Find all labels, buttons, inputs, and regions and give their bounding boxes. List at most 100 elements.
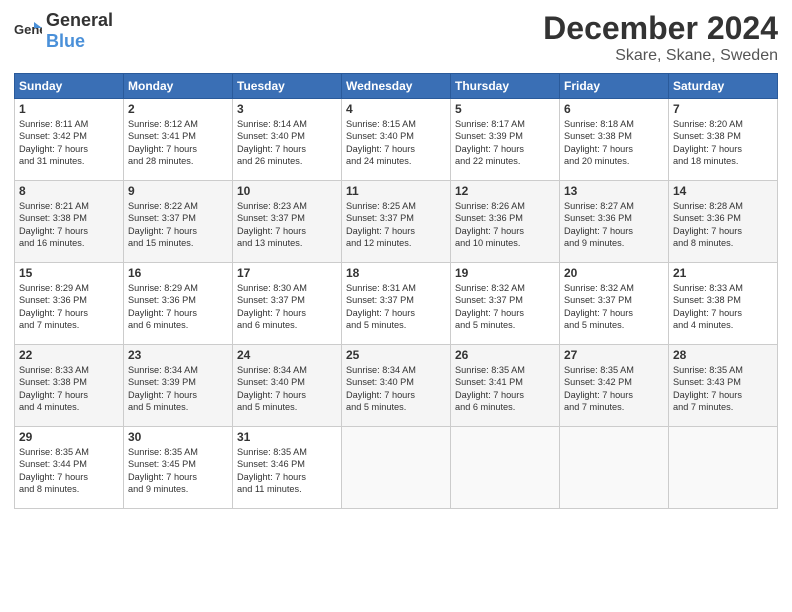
table-row: 14 Sunrise: 8:28 AM Sunset: 3:36 PM Dayli… xyxy=(669,181,778,263)
table-row: 7 Sunrise: 8:20 AM Sunset: 3:38 PM Daylig… xyxy=(669,99,778,181)
day-number: 30 xyxy=(128,430,228,444)
day-info: Sunrise: 8:32 AM Sunset: 3:37 PM Dayligh… xyxy=(564,282,664,332)
table-row: 2Sunrise: 8:12 AM Sunset: 3:41 PM Daylig… xyxy=(124,99,233,181)
calendar-table: Sunday Monday Tuesday Wednesday Thursday… xyxy=(14,73,778,509)
table-row xyxy=(342,427,451,509)
day-info: Sunrise: 8:12 AM Sunset: 3:41 PM Dayligh… xyxy=(128,118,228,168)
svg-text:General: General xyxy=(14,22,42,37)
day-info: Sunrise: 8:21 AM Sunset: 3:38 PM Dayligh… xyxy=(19,200,119,250)
day-info: Sunrise: 8:22 AM Sunset: 3:37 PM Dayligh… xyxy=(128,200,228,250)
title-location: Skare, Skane, Sweden xyxy=(543,47,778,65)
day-number: 5 xyxy=(455,102,555,116)
day-info: Sunrise: 8:20 AM Sunset: 3:38 PM Dayligh… xyxy=(673,118,773,168)
day-number: 7 xyxy=(673,102,773,116)
day-info: Sunrise: 8:29 AM Sunset: 3:36 PM Dayligh… xyxy=(128,282,228,332)
day-info: Sunrise: 8:27 AM Sunset: 3:36 PM Dayligh… xyxy=(564,200,664,250)
day-number: 27 xyxy=(564,348,664,362)
calendar-week-row: 22Sunrise: 8:33 AM Sunset: 3:38 PM Dayli… xyxy=(15,345,778,427)
table-row: 1Sunrise: 8:11 AM Sunset: 3:42 PM Daylig… xyxy=(15,99,124,181)
day-number: 3 xyxy=(237,102,337,116)
table-row: 5 Sunrise: 8:17 AM Sunset: 3:39 PM Daylig… xyxy=(451,99,560,181)
title-month: December 2024 xyxy=(543,10,778,47)
day-number: 12 xyxy=(455,184,555,198)
header: General General Blue December 2024 Skare… xyxy=(14,10,778,65)
day-number: 8 xyxy=(19,184,119,198)
table-row: 27 Sunrise: 8:35 AM Sunset: 3:42 PM Dayli… xyxy=(560,345,669,427)
table-row: 19Sunrise: 8:32 AM Sunset: 3:37 PM Dayli… xyxy=(451,263,560,345)
table-row: 24 Sunrise: 8:34 AM Sunset: 3:40 PM Dayli… xyxy=(233,345,342,427)
table-row: 26 Sunrise: 8:35 AM Sunset: 3:41 PM Dayli… xyxy=(451,345,560,427)
day-number: 14 xyxy=(673,184,773,198)
day-number: 29 xyxy=(19,430,119,444)
day-info: Sunrise: 8:32 AM Sunset: 3:37 PM Dayligh… xyxy=(455,282,555,332)
logo-text: General Blue xyxy=(46,10,113,52)
table-row: 9 Sunrise: 8:22 AM Sunset: 3:37 PM Daylig… xyxy=(124,181,233,263)
day-number: 13 xyxy=(564,184,664,198)
day-number: 11 xyxy=(346,184,446,198)
day-info: Sunrise: 8:25 AM Sunset: 3:37 PM Dayligh… xyxy=(346,200,446,250)
col-tuesday: Tuesday xyxy=(233,74,342,99)
calendar-week-row: 29 Sunrise: 8:35 AM Sunset: 3:44 PM Dayli… xyxy=(15,427,778,509)
table-row: 20 Sunrise: 8:32 AM Sunset: 3:37 PM Dayli… xyxy=(560,263,669,345)
table-row: 8 Sunrise: 8:21 AM Sunset: 3:38 PM Daylig… xyxy=(15,181,124,263)
calendar-header-row: Sunday Monday Tuesday Wednesday Thursday… xyxy=(15,74,778,99)
page-container: General General Blue December 2024 Skare… xyxy=(0,0,792,612)
day-number: 23 xyxy=(128,348,228,362)
day-info: Sunrise: 8:35 AM Sunset: 3:41 PM Dayligh… xyxy=(455,364,555,414)
day-info: Sunrise: 8:31 AM Sunset: 3:37 PM Dayligh… xyxy=(346,282,446,332)
day-number: 24 xyxy=(237,348,337,362)
day-number: 9 xyxy=(128,184,228,198)
day-info: Sunrise: 8:34 AM Sunset: 3:40 PM Dayligh… xyxy=(237,364,337,414)
day-info: Sunrise: 8:14 AM Sunset: 3:40 PM Dayligh… xyxy=(237,118,337,168)
table-row: 15 Sunrise: 8:29 AM Sunset: 3:36 PM Dayli… xyxy=(15,263,124,345)
day-info: Sunrise: 8:15 AM Sunset: 3:40 PM Dayligh… xyxy=(346,118,446,168)
table-row: 29 Sunrise: 8:35 AM Sunset: 3:44 PM Dayli… xyxy=(15,427,124,509)
table-row: 16 Sunrise: 8:29 AM Sunset: 3:36 PM Dayli… xyxy=(124,263,233,345)
calendar-week-row: 8 Sunrise: 8:21 AM Sunset: 3:38 PM Daylig… xyxy=(15,181,778,263)
day-info: Sunrise: 8:35 AM Sunset: 3:45 PM Dayligh… xyxy=(128,446,228,496)
calendar-week-row: 1Sunrise: 8:11 AM Sunset: 3:42 PM Daylig… xyxy=(15,99,778,181)
col-thursday: Thursday xyxy=(451,74,560,99)
col-monday: Monday xyxy=(124,74,233,99)
day-number: 26 xyxy=(455,348,555,362)
table-row xyxy=(451,427,560,509)
day-number: 20 xyxy=(564,266,664,280)
table-row: 23Sunrise: 8:34 AM Sunset: 3:39 PM Dayli… xyxy=(124,345,233,427)
logo-icon: General xyxy=(14,20,42,42)
day-number: 17 xyxy=(237,266,337,280)
day-info: Sunrise: 8:18 AM Sunset: 3:38 PM Dayligh… xyxy=(564,118,664,168)
logo: General General Blue xyxy=(14,10,113,52)
day-info: Sunrise: 8:28 AM Sunset: 3:36 PM Dayligh… xyxy=(673,200,773,250)
day-number: 4 xyxy=(346,102,446,116)
table-row: 25Sunrise: 8:34 AM Sunset: 3:40 PM Dayli… xyxy=(342,345,451,427)
col-wednesday: Wednesday xyxy=(342,74,451,99)
table-row xyxy=(669,427,778,509)
day-number: 22 xyxy=(19,348,119,362)
day-number: 15 xyxy=(19,266,119,280)
table-row: 12Sunrise: 8:26 AM Sunset: 3:36 PM Dayli… xyxy=(451,181,560,263)
table-row: 10 Sunrise: 8:23 AM Sunset: 3:37 PM Dayli… xyxy=(233,181,342,263)
table-row: 21Sunrise: 8:33 AM Sunset: 3:38 PM Dayli… xyxy=(669,263,778,345)
day-info: Sunrise: 8:35 AM Sunset: 3:44 PM Dayligh… xyxy=(19,446,119,496)
table-row: 17Sunrise: 8:30 AM Sunset: 3:37 PM Dayli… xyxy=(233,263,342,345)
day-info: Sunrise: 8:23 AM Sunset: 3:37 PM Dayligh… xyxy=(237,200,337,250)
day-info: Sunrise: 8:29 AM Sunset: 3:36 PM Dayligh… xyxy=(19,282,119,332)
table-row: 22Sunrise: 8:33 AM Sunset: 3:38 PM Dayli… xyxy=(15,345,124,427)
day-number: 21 xyxy=(673,266,773,280)
col-sunday: Sunday xyxy=(15,74,124,99)
day-info: Sunrise: 8:17 AM Sunset: 3:39 PM Dayligh… xyxy=(455,118,555,168)
day-number: 28 xyxy=(673,348,773,362)
day-number: 18 xyxy=(346,266,446,280)
table-row: 18 Sunrise: 8:31 AM Sunset: 3:37 PM Dayli… xyxy=(342,263,451,345)
logo-blue: Blue xyxy=(46,31,85,51)
calendar-week-row: 15 Sunrise: 8:29 AM Sunset: 3:36 PM Dayli… xyxy=(15,263,778,345)
table-row: 11 Sunrise: 8:25 AM Sunset: 3:37 PM Dayli… xyxy=(342,181,451,263)
table-row: 31Sunrise: 8:35 AM Sunset: 3:46 PM Dayli… xyxy=(233,427,342,509)
table-row: 4 Sunrise: 8:15 AM Sunset: 3:40 PM Daylig… xyxy=(342,99,451,181)
day-number: 16 xyxy=(128,266,228,280)
table-row: 30 Sunrise: 8:35 AM Sunset: 3:45 PM Dayli… xyxy=(124,427,233,509)
day-info: Sunrise: 8:35 AM Sunset: 3:46 PM Dayligh… xyxy=(237,446,337,496)
table-row: 6Sunrise: 8:18 AM Sunset: 3:38 PM Daylig… xyxy=(560,99,669,181)
day-info: Sunrise: 8:35 AM Sunset: 3:42 PM Dayligh… xyxy=(564,364,664,414)
day-number: 10 xyxy=(237,184,337,198)
